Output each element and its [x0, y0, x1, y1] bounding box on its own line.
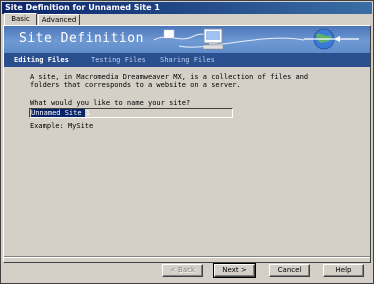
- step-editing-files[interactable]: Editing Files: [14, 53, 69, 67]
- wizard-banner: Site Definition: [4, 26, 370, 53]
- cancel-button[interactable]: Cancel: [269, 264, 310, 277]
- site-name-example: Example: MySite: [30, 122, 94, 130]
- computer-network-globe-icon: [153, 28, 359, 50]
- site-name-label: What would you like to name your site?: [30, 99, 191, 107]
- title-bar[interactable]: Site Definition for Unnamed Site 1: [2, 2, 372, 14]
- site-definition-window: Site Definition for Unnamed Site 1 Basic…: [0, 0, 374, 284]
- tab-basic[interactable]: Basic: [4, 13, 37, 25]
- next-button[interactable]: Next >: [213, 263, 256, 278]
- wizard-steps: Editing Files Testing Files Sharing File…: [4, 53, 370, 67]
- site-name-input[interactable]: [29, 108, 233, 118]
- tab-advanced[interactable]: Advanced: [38, 14, 80, 25]
- footer-separator: [4, 256, 370, 258]
- site-description: A site, in Macromedia Dreamweaver MX, is…: [30, 73, 309, 89]
- help-button[interactable]: Help: [323, 264, 364, 277]
- step-sharing-files[interactable]: Sharing Files: [160, 53, 215, 67]
- back-button[interactable]: < Back: [162, 264, 203, 277]
- step-testing-files[interactable]: Testing Files: [91, 53, 146, 67]
